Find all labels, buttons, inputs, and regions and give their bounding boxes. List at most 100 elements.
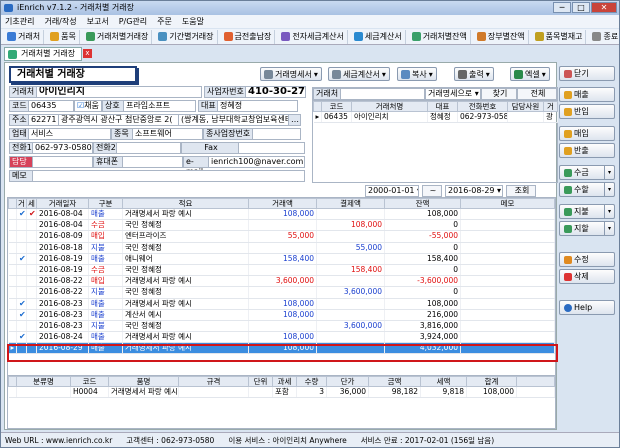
- chevron-down-icon[interactable]: ▾: [604, 166, 614, 179]
- find-button[interactable]: 찾기: [481, 88, 517, 100]
- collect-button[interactable]: 수금 ▾: [559, 165, 615, 180]
- close-button[interactable]: 닫기: [559, 66, 615, 81]
- cell-date: 2016-08-23: [36, 309, 89, 321]
- customer-field[interactable]: 아이인리치: [37, 86, 202, 98]
- table-row[interactable]: ▸06435아이인리치정혜정062-973-0580광: [313, 111, 558, 124]
- title-bar: iEnrich v7.1.2 - 거래처별 거래장 ─ □ ✕: [1, 1, 619, 15]
- toolbar-item[interactable]: 품목: [47, 29, 80, 44]
- ceo-field[interactable]: 정혜정: [218, 100, 298, 112]
- toolbar-e-invoice[interactable]: 전자세금계산서: [278, 29, 348, 44]
- collect-discount-button[interactable]: 수할 ▾: [559, 182, 615, 197]
- toolbar-item-stock[interactable]: 품목별재고: [532, 29, 587, 44]
- output-button[interactable]: 출력 ▾: [454, 67, 494, 81]
- menu-trade[interactable]: 거래/작성: [44, 15, 76, 28]
- chevron-down-icon[interactable]: ▾: [604, 205, 614, 218]
- mobile-field[interactable]: [123, 156, 183, 168]
- address2-field[interactable]: (쌍계동, 남부대학교창업보육센터: [179, 114, 289, 126]
- cell-date: 2016-08-24: [36, 331, 89, 344]
- cell-date: 2016-08-04: [36, 208, 89, 221]
- toolbar-customer[interactable]: 거래처: [4, 29, 45, 44]
- minimize-button[interactable]: ─: [553, 2, 571, 13]
- cell-type: 매출: [88, 208, 123, 221]
- search-mode-select[interactable]: 거래명세으로 ▾: [425, 88, 481, 100]
- toolbar-period-ledger[interactable]: 기간별거래장: [155, 29, 218, 44]
- date-to-field[interactable]: 2016-08-29 ▾: [445, 185, 503, 197]
- date-range-button[interactable]: ~: [422, 185, 442, 197]
- cell-pay: [316, 298, 385, 310]
- chevron-down-icon[interactable]: ▾: [604, 183, 614, 196]
- sales-button[interactable]: 매출: [559, 87, 615, 102]
- table-row[interactable]: ✔ 2016-08-23 매출 계산서 예시 108,000 216,000: [8, 309, 555, 321]
- table-row[interactable]: ✔ 2016-08-23 매출 거래명세서 파랑 예시 108,000 108,000: [8, 298, 555, 310]
- query-button[interactable]: 조회: [506, 185, 536, 197]
- purchase-return-button[interactable]: 반출: [559, 143, 615, 158]
- table-row[interactable]: ✔ ✔ 2016-08-04 매출 거래명세서 파랑 예시 108,000 108,000: [8, 208, 555, 221]
- biz-type-field[interactable]: 서비스: [29, 128, 111, 140]
- edit-button[interactable]: 수정: [559, 252, 615, 267]
- maximize-button[interactable]: □: [572, 2, 590, 13]
- fill-checkbox[interactable]: ☑채움: [74, 100, 102, 112]
- table-row[interactable]: 2016-08-18 지불 국민 정혜정 55,000 0: [8, 242, 555, 254]
- pay-button[interactable]: 지불 ▾: [559, 204, 615, 219]
- tax-invoice-button[interactable]: 세금계산서 ▾: [328, 67, 390, 81]
- box-icon: [50, 32, 60, 41]
- bizno-field[interactable]: 410-30-27561: [246, 86, 306, 98]
- table-row[interactable]: 2016-08-22 매입 거래명세서 파랑 예시 3,600,000 -3,600,0…: [8, 275, 555, 288]
- table-row[interactable]: ▸ 2016-08-29 매출 거래명세서 파랑 예시 108,000 4,032,000: [8, 342, 555, 355]
- zip-field[interactable]: 62271: [29, 114, 59, 126]
- tab-close-icon[interactable]: x: [83, 49, 92, 58]
- toolbar-cashbook[interactable]: 금전출납장: [221, 29, 276, 44]
- table-row[interactable]: 2016-08-19 수금 국민 정혜정 158,400 0: [8, 264, 555, 277]
- email-field[interactable]: ienrich100@naver.com: [209, 156, 305, 168]
- excel-button[interactable]: 엑셀 ▾: [510, 67, 550, 81]
- branch-no-field[interactable]: [253, 128, 301, 140]
- chevron-down-icon[interactable]: ▾: [604, 222, 614, 235]
- toolbar-book-balance[interactable]: 장부별잔액: [474, 29, 529, 44]
- app-icon: [4, 4, 13, 12]
- ledger-icon: [85, 32, 95, 41]
- toolbar-customer-ledger[interactable]: 거래처별거래장: [83, 29, 153, 44]
- menu-order[interactable]: 주문: [157, 15, 172, 28]
- all-button[interactable]: 전체: [517, 88, 557, 100]
- company-field[interactable]: 프라임소프트: [124, 100, 196, 112]
- help-button[interactable]: Help: [559, 300, 615, 315]
- manager-field[interactable]: [33, 156, 93, 168]
- toolbar-exit[interactable]: 종료: [589, 30, 620, 44]
- address-search-icon[interactable]: …: [289, 114, 301, 126]
- menu-report[interactable]: 보고서: [87, 15, 109, 28]
- copy-button[interactable]: 복사 ▾: [397, 67, 437, 81]
- pay-discount-button[interactable]: 지할 ▾: [559, 221, 615, 236]
- sales-return-button[interactable]: 반입: [559, 104, 615, 119]
- menu-basic[interactable]: 기초관리: [5, 15, 34, 28]
- fax-field[interactable]: [239, 142, 305, 154]
- cell-amt: 108,000: [248, 342, 317, 355]
- toolbar-invoice[interactable]: 세금계산서: [351, 29, 406, 44]
- close-window-button[interactable]: ✕: [591, 2, 617, 13]
- purchase-button[interactable]: 매입: [559, 126, 615, 141]
- statement-button[interactable]: 거래명세서 ▾: [260, 67, 322, 81]
- tab-customer-ledger[interactable]: 거래처별 거래장: [4, 47, 83, 61]
- tel1-field[interactable]: 062-973-0580: [33, 142, 93, 154]
- code-row: 코드 06435 ☑채움 상호 프라임소프트 대표 정혜정: [9, 100, 298, 112]
- ledger-panel: 거래처별 거래장 거래명세서 ▾ 세금계산서 ▾ 복사 ▾ 출력 ▾ 엑셀 ▾ 거래처 아…: [4, 62, 558, 430]
- menu-pg[interactable]: P/G관리: [119, 15, 147, 28]
- table-row[interactable]: ✔ 2016-08-19 매출 애니웨어 158,400 158,400: [8, 253, 555, 265]
- table-row[interactable]: ✔ 2016-08-24 매출 거래명세서 파랑 예시 108,000 3,924,000: [8, 331, 555, 344]
- table-row[interactable]: 2016-08-23 지불 국민 정혜정 3,600,000 3,816,000: [8, 320, 555, 333]
- delete-button[interactable]: 삭제: [559, 269, 615, 284]
- table-row[interactable]: 2016-08-09 매입 엔터프라이즈 55,000 -55,000: [8, 230, 555, 243]
- code-field[interactable]: 06435: [29, 100, 74, 112]
- table-row[interactable]: 2016-08-22 지불 국민 정혜정 3,600,000 0: [8, 286, 555, 299]
- biz-item-field[interactable]: 소프트웨어: [133, 128, 203, 140]
- date-from-field[interactable]: 2000-01-01 ▾: [365, 185, 419, 197]
- memo-field[interactable]: [33, 170, 305, 182]
- table-row[interactable]: 2016-08-04 수금 국민 정혜정 108,000 0: [8, 219, 555, 232]
- cell-c2: [26, 320, 37, 333]
- cell-type: 매출: [88, 342, 123, 355]
- toolbar-customer-balance[interactable]: 거래처별잔액: [409, 29, 471, 44]
- tel2-field[interactable]: [117, 142, 181, 154]
- address1-field[interactable]: 광주광역시 광산구 첨단중앙로 2(: [59, 114, 179, 126]
- menu-help[interactable]: 도움말: [182, 15, 204, 28]
- table-row[interactable]: H0004 거래명세서 파랑 예시 포함 3 36,000 98,182 9,818 108,…: [8, 386, 555, 399]
- search-input[interactable]: [341, 88, 425, 100]
